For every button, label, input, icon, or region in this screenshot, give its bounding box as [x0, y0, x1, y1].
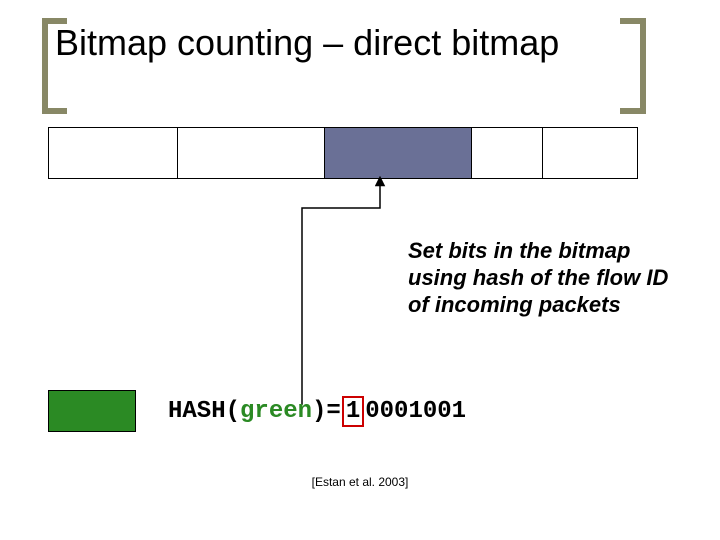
citation: [Estan et al. 2003]	[0, 475, 720, 489]
packet-color-swatch	[48, 390, 136, 432]
title-bracket-left	[42, 18, 48, 114]
hash-prefix: HASH(	[168, 398, 240, 425]
page-title: Bitmap counting – direct bitmap	[55, 22, 645, 63]
title-bracket-right	[620, 108, 645, 114]
explanation-text: Set bits in the bitmap using hash of the…	[408, 238, 688, 318]
bitmap-cell	[325, 128, 472, 178]
bitmap-cell	[543, 128, 637, 178]
title-bracket-left	[42, 108, 67, 114]
page-title-container: Bitmap counting – direct bitmap	[55, 22, 645, 63]
bitmap-cell	[472, 128, 543, 178]
bitmap-row	[48, 127, 638, 179]
hash-argument: green	[240, 398, 312, 425]
bitmap-cell	[49, 128, 178, 178]
hash-mid: )=	[312, 398, 341, 425]
bitmap-cell	[178, 128, 325, 178]
hash-remaining-bits: 0001001	[365, 398, 466, 425]
hash-expression: HASH(green)=10001001	[48, 390, 466, 432]
hash-first-bit: 1	[342, 396, 364, 427]
